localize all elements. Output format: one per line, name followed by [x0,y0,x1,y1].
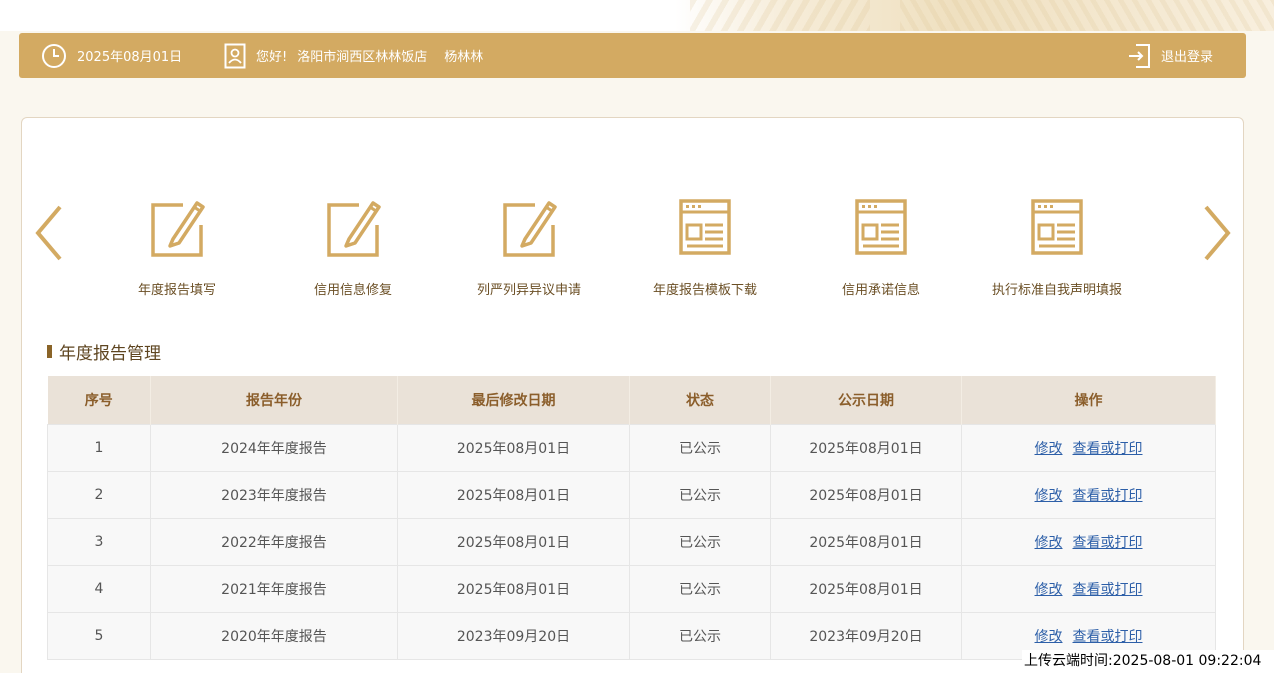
clock-icon [41,43,67,69]
table-row: 2 2023年年度报告 2025年08月01日 已公示 2025年08月01日 … [47,470,1216,519]
cell-published-date: 2025年08月01日 [770,470,962,519]
chevron-left-icon [32,205,66,267]
cell-report-year: 2021年年度报告 [150,564,398,613]
cell-published-date: 2025年08月01日 [770,564,962,613]
current-date: 2025年08月01日 [77,50,183,65]
edit-icon [325,195,381,259]
edit-link[interactable]: 修改 [1035,629,1063,645]
document-window-icon [677,195,733,259]
cell-actions: 修改 查看或打印 [961,470,1216,519]
edit-link[interactable]: 修改 [1035,535,1063,551]
quick-link-annual-report[interactable]: 年度报告填写 [92,195,262,298]
edit-icon [149,195,205,259]
cell-modified-date: 2025年08月01日 [397,564,630,613]
edit-icon [501,195,557,259]
banner-texture [690,0,870,31]
cell-published-date: 2023年09月20日 [770,611,962,660]
view-print-link[interactable]: 查看或打印 [1073,582,1143,598]
column-header: 状态 [629,376,771,424]
quick-link-standard-declaration[interactable]: 执行标准自我声明填报 [972,195,1142,298]
cell-index: 3 [47,517,151,566]
cell-status: 已公示 [629,423,771,472]
table-header-row: 序号 报告年份 最后修改日期 状态 公示日期 操作 [47,376,1216,424]
cell-report-year: 2022年年度报告 [150,517,398,566]
cell-modified-date: 2025年08月01日 [397,423,630,472]
section-title: 年度报告管理 [47,340,161,364]
table-row: 1 2024年年度报告 2025年08月01日 已公示 2025年08月01日 … [47,423,1216,472]
cell-index: 4 [47,564,151,613]
cell-modified-date: 2023年09月20日 [397,611,630,660]
column-header: 报告年份 [150,376,398,424]
annual-report-table: 序号 报告年份 最后修改日期 状态 公示日期 操作 1 2024年年度报告 20… [47,376,1216,660]
quick-link-credit-repair[interactable]: 信用信息修复 [268,195,438,298]
quick-link-label: 信用承诺信息 [841,283,920,298]
quick-link-label: 年度报告填写 [137,283,216,298]
cell-index: 5 [47,611,151,660]
date-display: 2025年08月01日 [41,33,182,78]
document-window-icon [1029,195,1085,259]
section-title-text: 年度报告管理 [59,343,161,364]
cell-report-year: 2020年年度报告 [150,611,398,660]
edit-link[interactable]: 修改 [1035,488,1063,504]
carousel-next-button[interactable] [1200,203,1234,263]
quick-link-objection[interactable]: 列严列异异议申请 [444,195,614,298]
cell-status: 已公示 [629,611,771,660]
top-banner [0,0,1274,31]
cell-modified-date: 2025年08月01日 [397,517,630,566]
cell-published-date: 2025年08月01日 [770,423,962,472]
cell-actions: 修改 查看或打印 [961,517,1216,566]
upload-timestamp: 上传云端时间:2025-08-01 09:22:04 [1022,650,1274,673]
edit-link[interactable]: 修改 [1035,582,1063,598]
logout-button[interactable]: 退出登录 [1127,33,1213,78]
logout-label: 退出登录 [1161,50,1214,65]
user-info: 您好! 洛阳市涧西区林林饭店 杨林林 [224,33,483,78]
quick-link-credit-commitment[interactable]: 信用承诺信息 [796,195,966,298]
quick-link-label: 列严列异异议申请 [476,283,581,298]
chevron-right-icon [1200,205,1234,267]
view-print-link[interactable]: 查看或打印 [1073,441,1143,457]
cell-modified-date: 2025年08月01日 [397,470,630,519]
logout-icon [1127,43,1151,69]
edit-link[interactable]: 修改 [1035,441,1063,457]
column-header: 公示日期 [770,376,962,424]
quick-link-label: 执行标准自我声明填报 [991,283,1122,298]
column-header: 操作 [961,376,1216,424]
cell-index: 2 [47,470,151,519]
cell-status: 已公示 [629,564,771,613]
cell-actions: 修改 查看或打印 [961,564,1216,613]
column-header: 最后修改日期 [397,376,630,424]
cell-index: 1 [47,423,151,472]
view-print-link[interactable]: 查看或打印 [1073,535,1143,551]
view-print-link[interactable]: 查看或打印 [1073,488,1143,504]
cell-report-year: 2023年年度报告 [150,470,398,519]
quick-link-label: 年度报告模板下载 [652,283,757,298]
view-print-link[interactable]: 查看或打印 [1073,629,1143,645]
greeting-text: 您好! [256,50,288,65]
table-row: 4 2021年年度报告 2025年08月01日 已公示 2025年08月01日 … [47,564,1216,613]
banner-texture [900,0,1274,31]
company-name: 洛阳市涧西区林林饭店 [297,50,428,65]
cell-report-year: 2024年年度报告 [150,423,398,472]
cell-published-date: 2025年08月01日 [770,517,962,566]
quick-link-label: 信用信息修复 [313,283,392,298]
cell-status: 已公示 [629,470,771,519]
carousel-prev-button[interactable] [32,203,66,263]
column-header: 序号 [47,376,151,424]
user-name: 杨林林 [444,50,484,65]
cell-actions: 修改 查看或打印 [961,423,1216,472]
section-marker [47,344,52,358]
document-window-icon [853,195,909,259]
cell-status: 已公示 [629,517,771,566]
user-card-icon [224,43,246,69]
quick-link-template-download[interactable]: 年度报告模板下载 [620,195,790,298]
header-bar: 2025年08月01日 您好! 洛阳市涧西区林林饭店 杨林林 退出登录 [19,33,1246,78]
table-row: 3 2022年年度报告 2025年08月01日 已公示 2025年08月01日 … [47,517,1216,566]
